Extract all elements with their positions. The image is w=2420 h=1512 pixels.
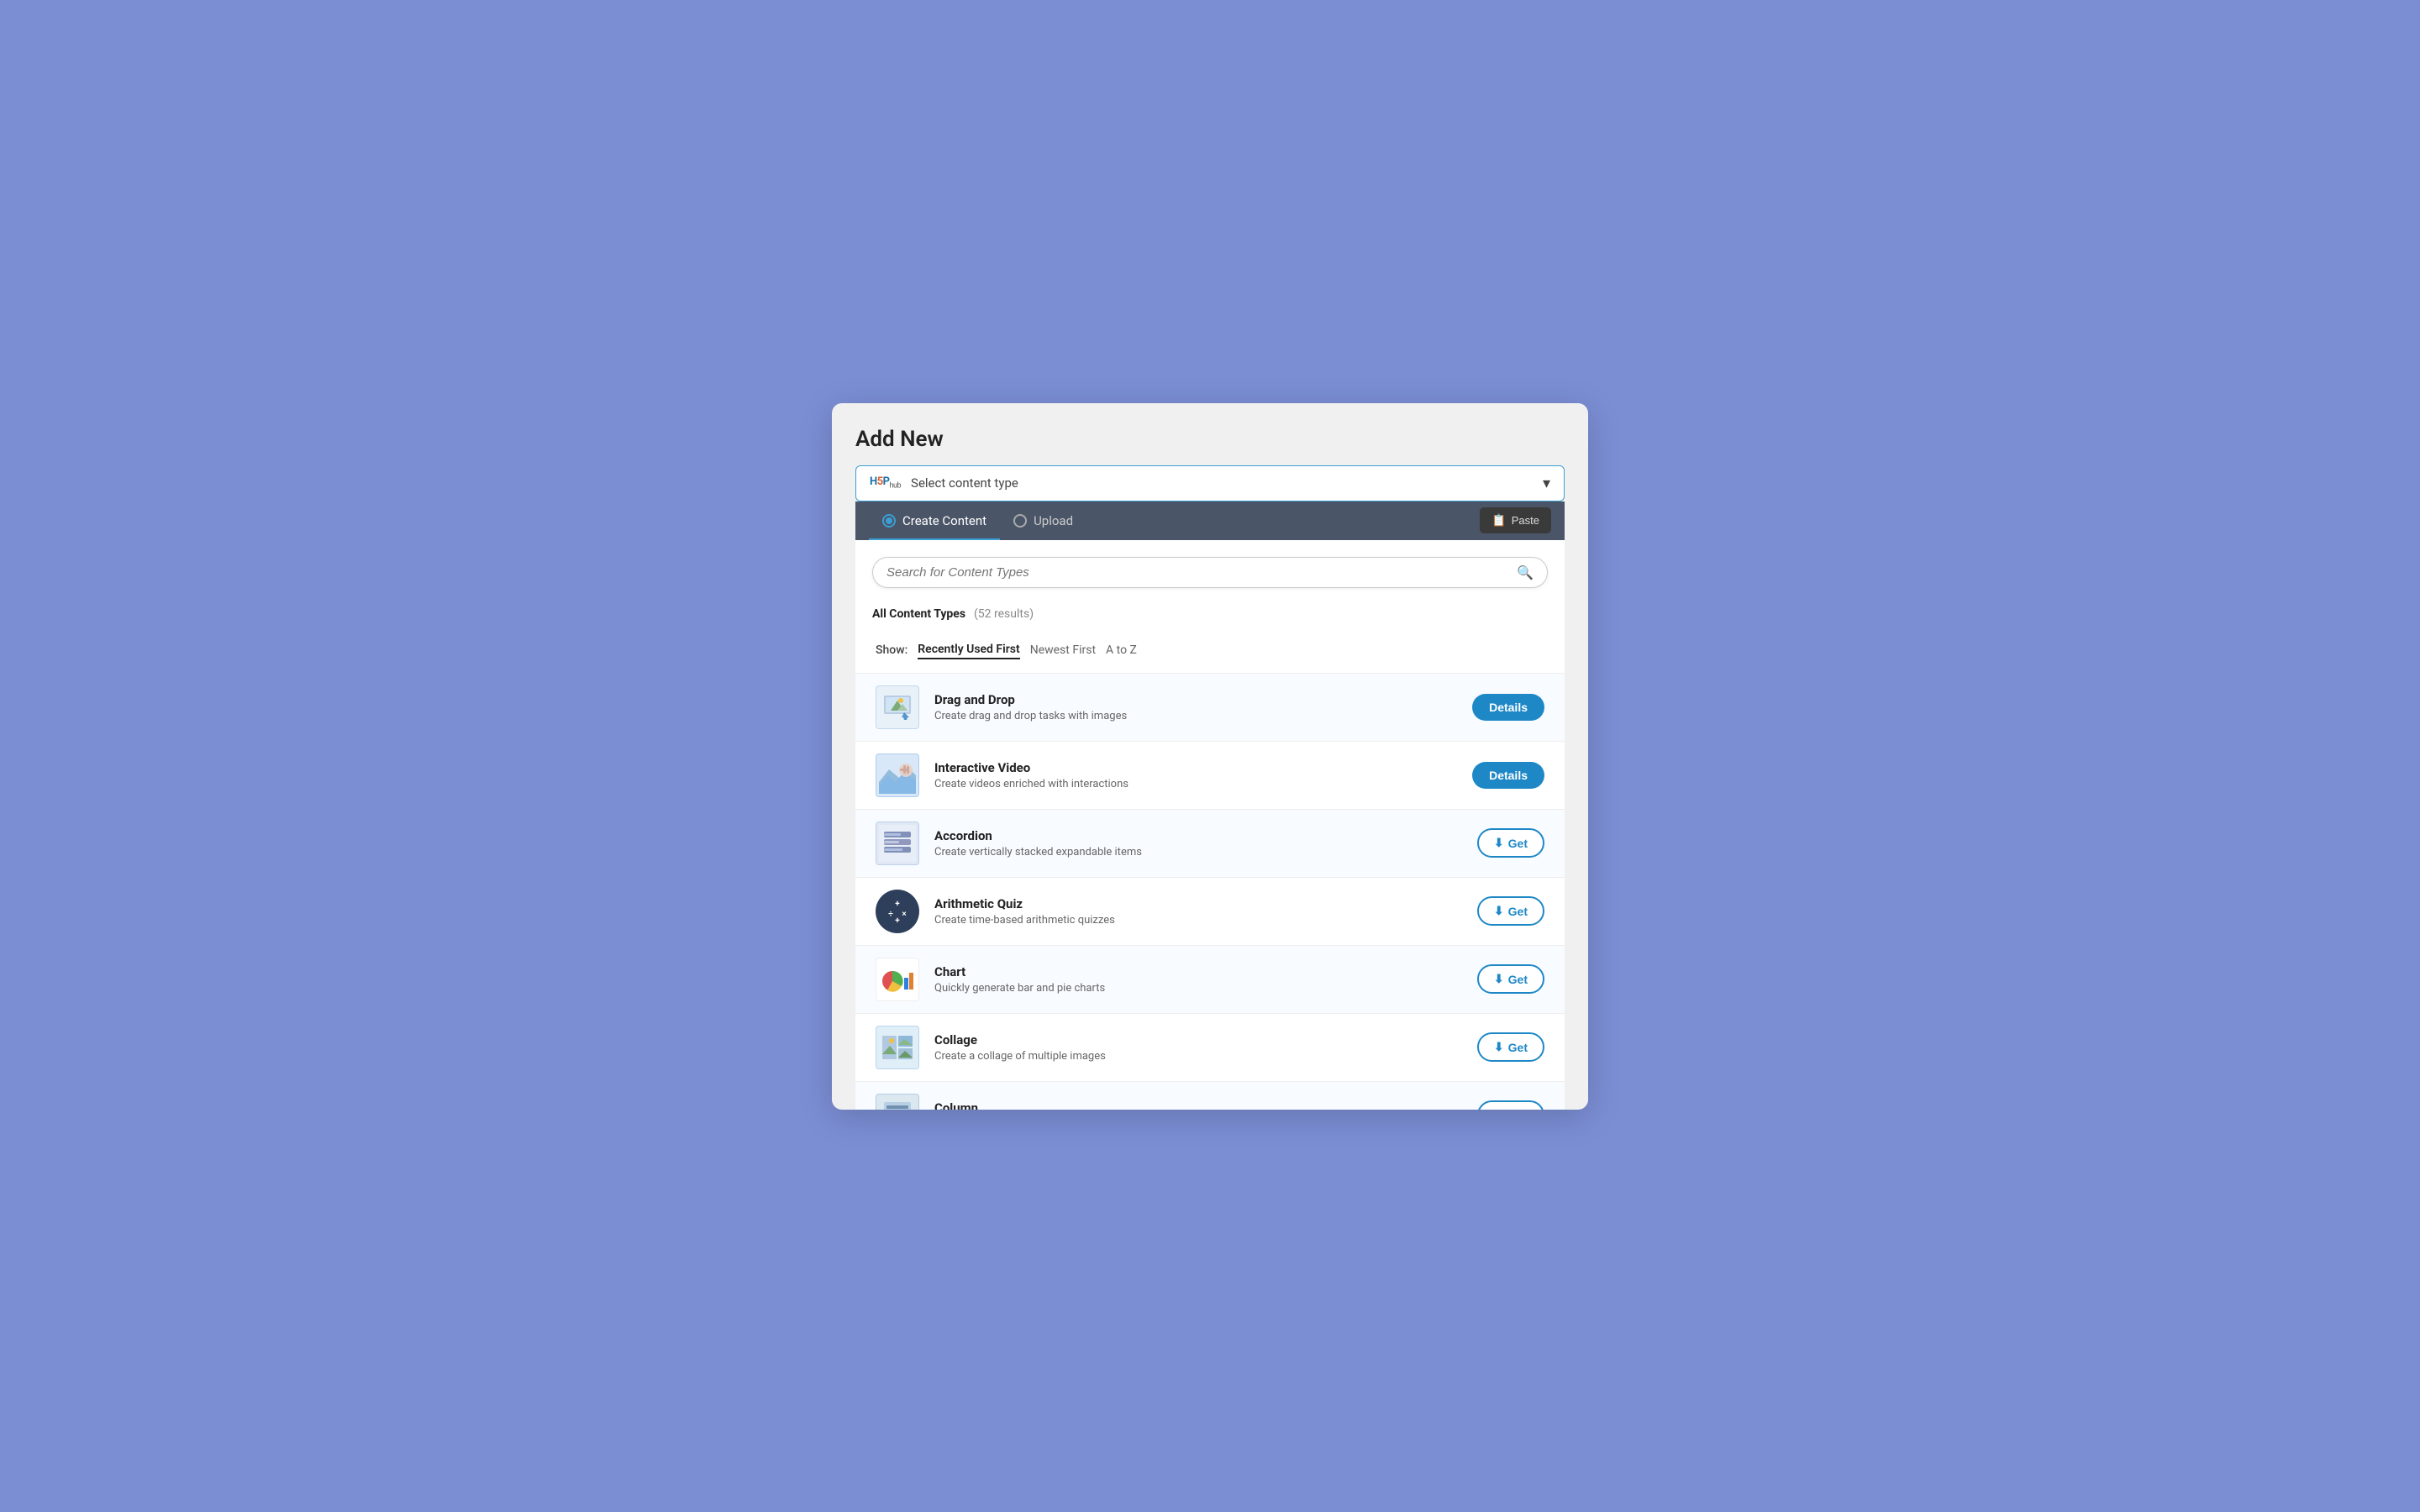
get-download-icon: ⬇ <box>1494 1040 1504 1054</box>
chart-desc: Quickly generate bar and pie charts <box>934 982 1462 995</box>
search-icon: 🔍 <box>1517 564 1534 580</box>
accordion-info: Accordion Create vertically stacked expa… <box>934 828 1462 858</box>
get-download-icon: ⬇ <box>1494 972 1504 986</box>
interactive-video-details-button[interactable]: Details <box>1472 762 1544 789</box>
radio-upload-icon <box>1013 514 1027 528</box>
collage-desc: Create a collage of multiple images <box>934 1050 1462 1063</box>
list-item: Column Organize H5P content into a colum… <box>855 1081 1565 1110</box>
chevron-down-icon: ▾ <box>1543 475 1550 492</box>
collage-icon <box>876 1026 919 1069</box>
tab-create-label: Create Content <box>902 513 986 528</box>
chart-get-button[interactable]: ⬇ Get <box>1477 964 1544 994</box>
tab-upload-label: Upload <box>1034 513 1073 528</box>
arithmetic-info: Arithmetic Quiz Create time-based arithm… <box>934 896 1462 927</box>
filter-recently-used[interactable]: Recently Used First <box>918 641 1019 659</box>
interactive-video-icon-svg <box>879 757 916 794</box>
tab-bar: Create Content Upload 📋 Paste <box>855 501 1565 540</box>
collage-info: Collage Create a collage of multiple ima… <box>934 1032 1462 1063</box>
arithmetic-desc: Create time-based arithmetic quizzes <box>934 914 1462 927</box>
list-item: Chart Quickly generate bar and pie chart… <box>855 945 1565 1013</box>
drag-drop-info: Drag and Drop Create drag and drop tasks… <box>934 692 1457 722</box>
interactive-video-icon <box>876 753 919 797</box>
tab-upload[interactable]: Upload <box>1000 501 1086 540</box>
column-icon <box>876 1094 919 1110</box>
chart-icon-svg <box>879 961 916 998</box>
interactive-video-name: Interactive Video <box>934 760 1457 775</box>
hub-selector-label: Select content type <box>911 475 1543 491</box>
chart-info: Chart Quickly generate bar and pie chart… <box>934 964 1462 995</box>
column-icon-svg <box>879 1097 916 1110</box>
list-item: Collage Create a collage of multiple ima… <box>855 1013 1565 1081</box>
drag-drop-name: Drag and Drop <box>934 692 1457 707</box>
filter-a-to-z[interactable]: A to Z <box>1106 642 1137 659</box>
modal-title: Add New <box>855 427 1565 452</box>
drag-drop-icon <box>876 685 919 729</box>
get-download-icon: ⬇ <box>1494 1108 1504 1110</box>
arithmetic-icon: + ÷ × + <box>876 890 919 933</box>
filter-newest-first[interactable]: Newest First <box>1030 642 1096 659</box>
collage-icon-svg <box>879 1029 916 1066</box>
svg-text:+: + <box>895 916 900 926</box>
collage-get-button[interactable]: ⬇ Get <box>1477 1032 1544 1062</box>
column-info: Column Organize H5P content into a colum… <box>934 1100 1462 1110</box>
collage-name: Collage <box>934 1032 1462 1047</box>
chart-icon <box>876 958 919 1001</box>
accordion-desc: Create vertically stacked expandable ite… <box>934 846 1462 858</box>
interactive-video-desc: Create videos enriched with interactions <box>934 778 1457 790</box>
svg-text:+: + <box>895 900 900 909</box>
list-item: Drag and Drop Create drag and drop tasks… <box>855 673 1565 741</box>
filter-show-label: Show: <box>876 643 908 657</box>
drag-drop-desc: Create drag and drop tasks with images <box>934 710 1457 722</box>
get-download-icon: ⬇ <box>1494 904 1504 918</box>
section-title: All Content Types (52 results) <box>872 605 1034 621</box>
paste-icon: 📋 <box>1491 513 1506 528</box>
column-name: Column <box>934 1100 1462 1110</box>
accordion-icon-svg <box>879 825 916 862</box>
arithmetic-get-button[interactable]: ⬇ Get <box>1477 896 1544 926</box>
add-new-modal: Add New H5Phub Select content type ▾ Cre… <box>832 403 1588 1110</box>
search-bar: 🔍 <box>872 557 1548 588</box>
list-item: + ÷ × + Arithmetic Quiz Create time-base… <box>855 877 1565 945</box>
drag-drop-details-button[interactable]: Details <box>1472 694 1544 721</box>
svg-text:÷: ÷ <box>888 910 893 919</box>
chart-name: Chart <box>934 964 1462 979</box>
column-get-button[interactable]: ⬇ Get <box>1477 1100 1544 1110</box>
paste-label: Paste <box>1512 514 1539 527</box>
interactive-video-info: Interactive Video Create videos enriched… <box>934 760 1457 790</box>
radio-create-icon <box>882 514 896 528</box>
accordion-get-button[interactable]: ⬇ Get <box>1477 828 1544 858</box>
arithmetic-name: Arithmetic Quiz <box>934 896 1462 911</box>
filter-row: Show: Recently Used First Newest First A… <box>872 641 1548 659</box>
get-download-icon: ⬇ <box>1494 836 1504 850</box>
content-list: Drag and Drop Create drag and drop tasks… <box>855 673 1565 1110</box>
paste-button[interactable]: 📋 Paste <box>1480 507 1551 533</box>
content-area: 🔍 All Content Types (52 results) Show: R… <box>855 540 1565 1110</box>
svg-text:×: × <box>902 910 906 919</box>
search-input[interactable] <box>886 565 1517 580</box>
list-item: Interactive Video Create videos enriched… <box>855 741 1565 809</box>
accordion-icon <box>876 822 919 865</box>
accordion-name: Accordion <box>934 828 1462 843</box>
h5p-hub-logo: H5Phub <box>870 475 901 491</box>
hub-selector[interactable]: H5Phub Select content type ▾ <box>855 465 1565 501</box>
tab-create-content[interactable]: Create Content <box>869 501 1000 540</box>
drag-drop-icon-svg <box>879 689 916 726</box>
list-item: Accordion Create vertically stacked expa… <box>855 809 1565 877</box>
arithmetic-icon-svg: + ÷ × + <box>879 893 916 930</box>
